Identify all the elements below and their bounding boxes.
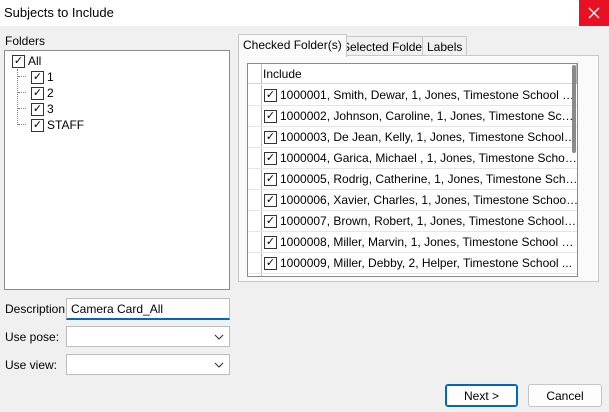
grid-scrollbar[interactable]: [572, 63, 578, 277]
row-selector[interactable]: [248, 274, 262, 276]
subjects-grid[interactable]: Include ✓ 1000001, Smith, Dewar, 1, Jones…: [247, 63, 578, 277]
checkmark-icon: ✓: [32, 86, 43, 99]
table-row[interactable]: ✓ 1000007, Brown, Robert, 1, Jones, Times…: [248, 211, 578, 232]
row-selector[interactable]: [248, 148, 262, 168]
checkmark-icon: ✓: [265, 214, 276, 227]
folders-tree[interactable]: ✓ All ✓ 1 ✓ 2 ✓ 3 ✓ STAFF: [4, 50, 230, 290]
row-checkbox[interactable]: ✓: [264, 235, 277, 249]
description-label: Description:: [5, 302, 69, 316]
row-checkbox[interactable]: ✓: [264, 109, 277, 123]
checkmark-icon: ✓: [13, 54, 24, 67]
checkmark-icon: ✓: [265, 151, 276, 164]
tree-connector: [18, 108, 26, 109]
row-checkbox[interactable]: ✓: [264, 151, 277, 165]
row-text: 1000001, Smith, Dewar, 1, Jones, Timesto…: [280, 88, 578, 102]
close-icon: [588, 7, 600, 19]
row-checkbox[interactable]: ✓: [264, 172, 277, 186]
use-pose-label: Use pose:: [5, 330, 60, 344]
tree-connector: [18, 76, 26, 77]
window-title: Subjects to Include: [4, 5, 114, 20]
row-checkbox[interactable]: ✓: [264, 256, 277, 270]
tree-item-label: All: [28, 54, 42, 68]
row-text: 1000009, Miller, Debby, 2, Helper, Times…: [280, 256, 572, 270]
tree-connector: [18, 124, 26, 125]
row-selector[interactable]: [248, 211, 262, 231]
row-checkbox[interactable]: ✓: [264, 214, 277, 228]
column-header-include[interactable]: Include: [263, 67, 302, 81]
checkmark-icon: ✓: [32, 118, 43, 131]
table-row[interactable]: ✓ 1000009, Miller, Debby, 2, Helper, Time…: [248, 253, 577, 274]
row-selector[interactable]: [248, 232, 262, 252]
table-row[interactable]: ✓ 1000008, Miller, Marvin, 1, Jones, Time…: [248, 232, 578, 253]
folders-label: Folders: [5, 34, 46, 48]
table-row[interactable]: ✓ 1000005, Rodrig, Catherine, 1, Jones, T…: [248, 169, 578, 190]
table-row[interactable]: ✓1000010, Marich, Tracy, 2, Helper, Time…: [248, 274, 577, 276]
tree-item-2[interactable]: ✓ 2: [31, 85, 54, 101]
table-row[interactable]: ✓ 1000004, Garica, Michael , 1, Jones, Ti…: [248, 148, 578, 169]
checkbox[interactable]: ✓: [31, 86, 44, 100]
grid-header: Include: [248, 64, 577, 84]
row-checkbox[interactable]: ✓: [264, 88, 277, 102]
tree-connector: [18, 92, 26, 93]
next-button[interactable]: Next >: [445, 384, 518, 407]
scrollbar-thumb[interactable]: [572, 65, 576, 153]
row-selector[interactable]: [248, 106, 262, 126]
checkmark-icon: ✓: [32, 102, 43, 115]
checkbox[interactable]: ✓: [31, 102, 44, 116]
table-row[interactable]: ✓ 1000001, Smith, Dewar, 1, Jones, Timest…: [248, 85, 578, 106]
row-selector[interactable]: [248, 127, 262, 147]
table-row[interactable]: ✓ 1000002, Johnson, Caroline, 1, Jones, T…: [248, 106, 578, 127]
checkmark-icon: ✓: [265, 256, 276, 269]
row-text: 1000007, Brown, Robert, 1, Jones, Timest…: [280, 214, 578, 228]
tree-connector: [17, 69, 18, 125]
tab-labels[interactable]: Labels: [422, 36, 468, 56]
row-checkbox[interactable]: ✓: [264, 193, 277, 207]
row-text: 1000005, Rodrig, Catherine, 1, Jones, Ti…: [280, 172, 578, 186]
table-row[interactable]: ✓ 1000003, De Jean, Kelly, 1, Jones, Time…: [248, 127, 578, 148]
row-selector[interactable]: [248, 85, 262, 105]
checkmark-icon: ✓: [265, 109, 276, 122]
chevron-down-icon: [214, 334, 224, 340]
row-text: 1000002, Johnson, Caroline, 1, Jones, Ti…: [280, 109, 578, 123]
tree-item-label: STAFF: [47, 118, 85, 132]
checkmark-icon: ✓: [265, 130, 276, 143]
tree-item-all[interactable]: ✓ All: [12, 53, 41, 69]
description-value: Camera Card_All: [71, 302, 164, 316]
tree-item-3[interactable]: ✓ 3: [31, 101, 54, 117]
use-view-label: Use view:: [5, 358, 58, 372]
row-selector[interactable]: [248, 190, 262, 210]
checkbox[interactable]: ✓: [31, 70, 44, 84]
tab-checked-folders[interactable]: Checked Folder(s): [238, 34, 347, 57]
row-selector-header[interactable]: [248, 64, 262, 84]
tab-selected-folder[interactable]: Selected Folder: [337, 36, 432, 56]
cancel-button[interactable]: Cancel: [528, 384, 602, 407]
row-text: 1000003, De Jean, Kelly, 1, Jones, Times…: [280, 130, 578, 144]
use-pose-select[interactable]: [66, 326, 230, 347]
use-view-select[interactable]: [66, 354, 230, 375]
row-checkbox[interactable]: ✓: [264, 130, 277, 144]
row-text: 1000008, Miller, Marvin, 1, Jones, Times…: [280, 235, 578, 249]
close-button[interactable]: [579, 0, 609, 26]
checkmark-icon: ✓: [265, 88, 276, 101]
checkmark-icon: ✓: [265, 235, 276, 248]
chevron-down-icon: [214, 362, 224, 368]
description-field[interactable]: Camera Card_All: [66, 298, 230, 320]
row-text: 1000004, Garica, Michael , 1, Jones, Tim…: [280, 151, 578, 165]
tab-panel: Include ✓ 1000001, Smith, Dewar, 1, Jones…: [238, 55, 599, 282]
checkmark-icon: ✓: [32, 70, 43, 83]
checkmark-icon: ✓: [265, 172, 276, 185]
tree-item-label: 3: [47, 102, 54, 116]
checkbox[interactable]: ✓: [31, 118, 44, 132]
tree-item-1[interactable]: ✓ 1: [31, 69, 54, 85]
row-text: 1000006, Xavier, Charles, 1, Jones, Time…: [280, 193, 578, 207]
title-bar: Subjects to Include: [0, 0, 609, 26]
checkbox[interactable]: ✓: [12, 54, 25, 68]
table-row[interactable]: ✓ 1000006, Xavier, Charles, 1, Jones, Tim…: [248, 190, 578, 211]
tree-item-label: 1: [47, 70, 54, 84]
row-selector[interactable]: [248, 169, 262, 189]
tree-item-staff[interactable]: ✓ STAFF: [31, 117, 84, 133]
tree-item-label: 2: [47, 86, 54, 100]
checkmark-icon: ✓: [265, 193, 276, 206]
row-selector[interactable]: [248, 253, 262, 273]
